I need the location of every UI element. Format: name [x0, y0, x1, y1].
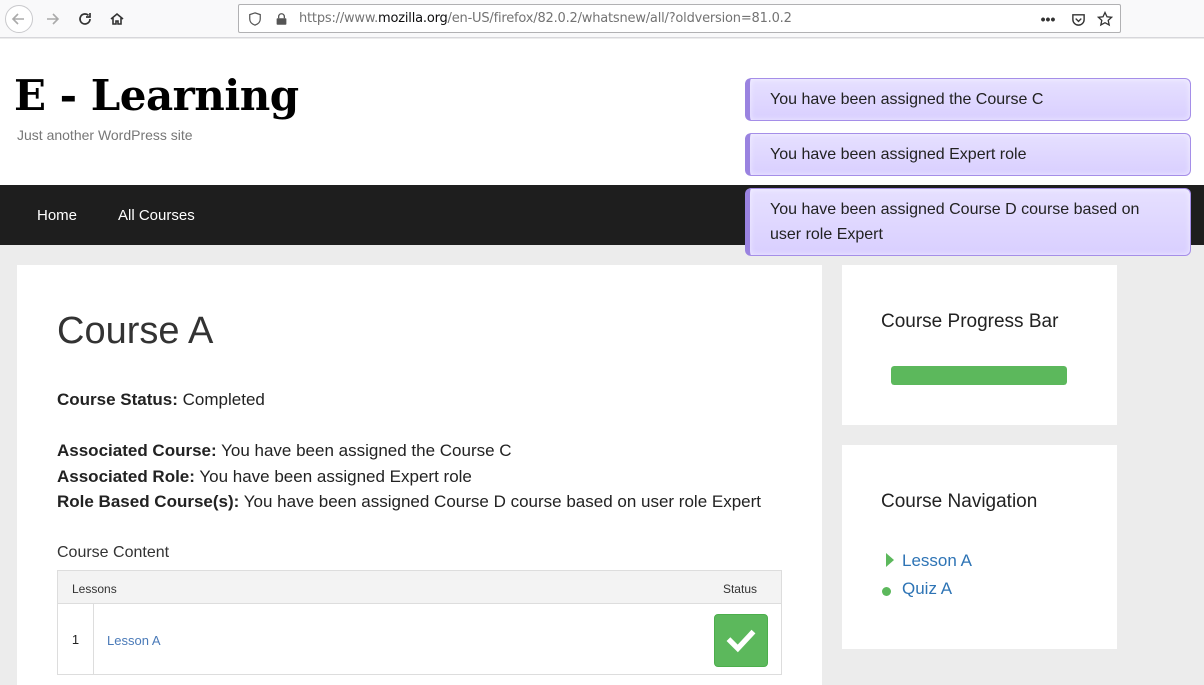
col-status-header: Status	[722, 582, 757, 596]
notice-course-assigned[interactable]: You have been assigned the Course C	[745, 78, 1191, 121]
progress-title: Course Progress Bar	[881, 311, 1059, 332]
back-arrow-icon	[11, 13, 24, 25]
completed-status-badge	[714, 614, 768, 667]
nav-item-label[interactable]: Quiz A	[902, 579, 952, 599]
course-navigation-widget: Course Navigation Lesson A Quiz A	[842, 445, 1117, 649]
progress-widget: Course Progress Bar	[842, 265, 1117, 425]
back-button[interactable]	[5, 5, 33, 33]
table-header: Lessons Status	[58, 571, 781, 604]
course-progress-bar	[891, 366, 1067, 385]
nav-all-courses[interactable]: All Courses	[118, 207, 195, 224]
course-navigation-title: Course Navigation	[881, 491, 1038, 512]
pocket-icon[interactable]	[1070, 11, 1086, 27]
home-button[interactable]	[103, 5, 131, 33]
row-number: 1	[58, 604, 94, 674]
lesson-link[interactable]: Lesson A	[107, 633, 161, 648]
associated-course: Associated Course: You have been assigne…	[57, 441, 512, 460]
home-icon	[110, 12, 124, 25]
notice-role-course-assigned[interactable]: You have been assigned Course D course b…	[745, 188, 1191, 256]
shield-icon[interactable]	[247, 11, 263, 27]
notification-stack: You have been assigned the Course C You …	[745, 78, 1191, 268]
table-row: 1 Lesson A	[58, 604, 781, 674]
browser-toolbar: https://www.mozilla.org/en-US/firefox/82…	[0, 0, 1204, 38]
more-icon[interactable]: •••	[1040, 11, 1056, 27]
url-bar[interactable]: https://www.mozilla.org/en-US/firefox/82…	[238, 4, 1121, 33]
role-based-courses: Role Based Course(s): You have been assi…	[57, 492, 762, 511]
nav-home[interactable]: Home	[37, 207, 77, 224]
site-title[interactable]: E - Learning	[14, 71, 299, 120]
course-content-card: Course A Course Status: Completed Associ…	[17, 265, 822, 685]
url-text[interactable]: https://www.mozilla.org/en-US/firefox/82…	[299, 11, 792, 26]
nav-item-label[interactable]: Lesson A	[902, 551, 972, 571]
star-icon[interactable]	[1097, 11, 1113, 27]
lessons-table: Lessons Status 1 Lesson A	[57, 570, 782, 675]
reload-icon	[79, 13, 91, 25]
associated-role: Associated Role: You have been assigned …	[57, 467, 472, 486]
col-lessons-header: Lessons	[72, 582, 117, 596]
course-status: Course Status: Completed	[57, 390, 265, 409]
triangle-icon	[886, 553, 894, 567]
site-tagline: Just another WordPress site	[17, 127, 193, 143]
reload-button[interactable]	[71, 5, 99, 33]
course-content-heading: Course Content	[57, 544, 170, 561]
progress-fill	[891, 366, 1067, 385]
lock-icon[interactable]	[273, 11, 289, 27]
notice-role-assigned[interactable]: You have been assigned Expert role	[745, 133, 1191, 176]
course-title: Course A	[57, 310, 214, 352]
forward-button[interactable]	[38, 5, 66, 33]
forward-arrow-icon	[47, 13, 60, 25]
dot-icon	[882, 587, 891, 596]
check-icon	[726, 629, 756, 652]
